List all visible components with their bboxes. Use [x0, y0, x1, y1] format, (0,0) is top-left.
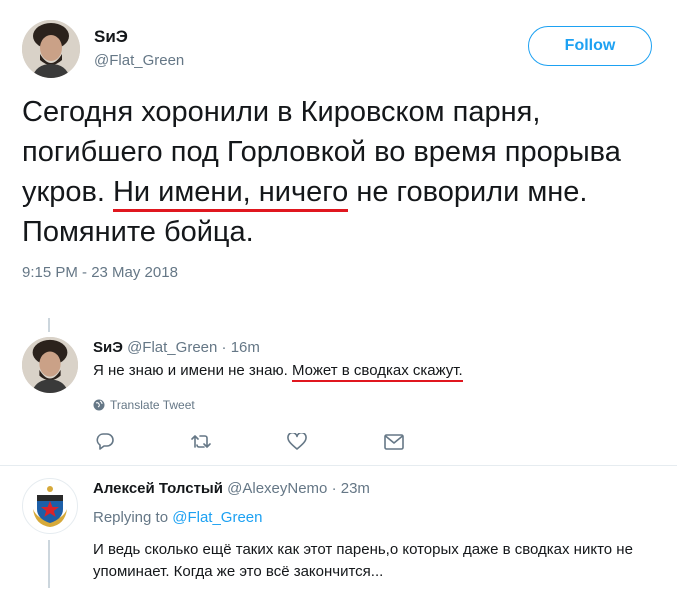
heart-icon	[287, 433, 307, 450]
envelope-icon	[384, 434, 404, 450]
reply2-avatar[interactable]	[22, 478, 78, 534]
main-tweet-highlight: Ни имени, ничего	[112, 176, 349, 212]
main-tweet-text: Сегодня хоронили в Кировском парня, поги…	[22, 92, 652, 252]
reply2-author-name[interactable]: Алексей Толстый	[93, 480, 223, 497]
reply-button[interactable]	[95, 432, 115, 450]
retweet-button[interactable]	[191, 433, 213, 450]
main-author-name[interactable]: SиЭ	[94, 27, 128, 47]
reply1-text: Я не знаю и имени не знаю. Может в сводк…	[93, 362, 463, 382]
main-tweet-timestamp[interactable]: 9:15 PM - 23 May 2018	[22, 264, 178, 281]
like-button[interactable]	[287, 433, 307, 451]
main-author-avatar[interactable]	[22, 20, 80, 78]
reply1-text-highlight: Может в сводках скажут.	[292, 362, 463, 382]
reply2-time[interactable]: 23m	[341, 480, 370, 497]
reply2-header: Алексей Толстый @AlexeyNemo · 23m	[93, 480, 370, 497]
main-author-handle[interactable]: @Flat_Green	[94, 52, 184, 69]
reply1-avatar[interactable]	[22, 337, 78, 393]
replying-to-handle[interactable]: @Flat_Green	[172, 509, 262, 526]
reply1-dot: ·	[221, 339, 227, 356]
thread-connector-bottom	[48, 540, 50, 588]
reply1-header: SиЭ @Flat_Green · 16m	[93, 339, 260, 356]
reply1-author-handle[interactable]: @Flat_Green	[127, 339, 217, 356]
reply2-text: И ведь сколько ещё таких как этот парень…	[93, 541, 633, 580]
reply2-dot: ·	[331, 480, 337, 497]
reply-divider	[0, 465, 677, 466]
direct-message-button[interactable]	[384, 434, 404, 450]
reply1-time[interactable]: 16m	[231, 339, 260, 356]
thread-connector-top	[48, 318, 50, 332]
reply1-author-name[interactable]: SиЭ	[93, 339, 123, 356]
retweet-icon	[191, 435, 211, 448]
follow-button[interactable]: Follow	[528, 26, 652, 66]
translate-tweet-link[interactable]: Translate Tweet	[93, 398, 195, 412]
globe-icon	[93, 399, 105, 411]
replying-to-label: Replying to	[93, 509, 169, 526]
reply2-author-handle[interactable]: @AlexeyNemo	[227, 480, 327, 497]
reply-icon	[96, 433, 114, 450]
reply1-text-before: Я не знаю и имени не знаю.	[93, 362, 293, 379]
translate-tweet-label: Translate Tweet	[110, 398, 195, 412]
reply2-replying-to: Replying to @Flat_Green	[93, 509, 262, 526]
